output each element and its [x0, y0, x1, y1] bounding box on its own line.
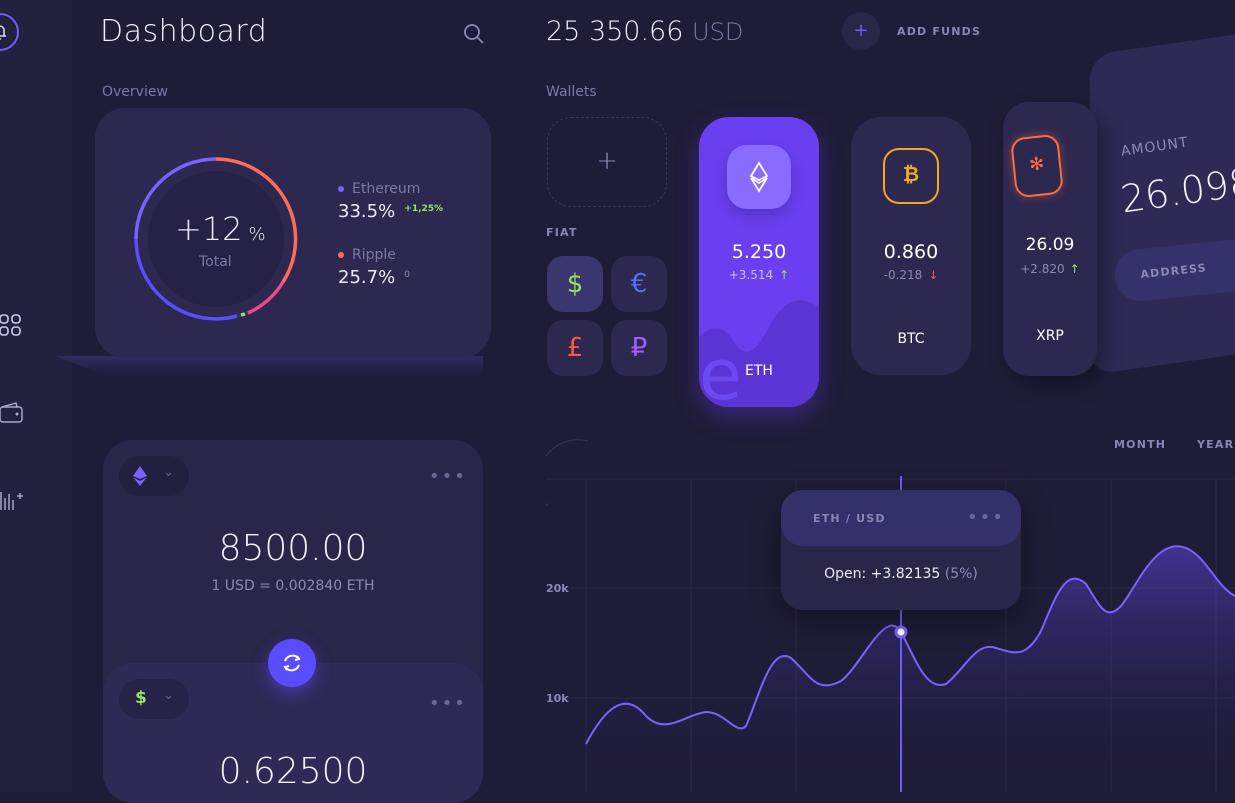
fiat-dollar-button[interactable]: $ [547, 256, 603, 312]
tooltip-pair: ETH / USD [813, 512, 886, 525]
fiat-ruble-button[interactable]: ₽ [611, 320, 667, 376]
total-unit: % [248, 224, 266, 245]
fiat-euro-button[interactable]: € [611, 256, 667, 312]
swap-icon [283, 654, 301, 672]
legend-name: Ripple [352, 247, 396, 263]
wallet-amount: 5.250 [731, 241, 787, 263]
wallet-symbol: ETH [745, 363, 773, 379]
currency-select-top[interactable]: ⌄ [119, 456, 189, 496]
add-wallet-button[interactable]: + [547, 117, 667, 207]
arrow-up-icon: ↑ [1069, 262, 1080, 276]
wallets-label: Wallets [546, 84, 597, 100]
currency-select-bottom[interactable]: $ ⌄ [119, 679, 189, 719]
overview-label: Overview [102, 84, 168, 100]
y-tick-20k: 20k [546, 582, 569, 595]
tooltip-open: Open: +3.82135 (5%) [824, 566, 978, 582]
arrow-up-icon: ↑ [779, 268, 790, 282]
legend-dot [338, 185, 344, 192]
wallet-change: +3.514 ↑ [728, 268, 790, 282]
exchange-rate: 1 USD = 0.002840 ETH [211, 578, 375, 594]
page-title: Dashboard [100, 14, 268, 49]
wallet-card-btc[interactable]: ₿ 0.860 -0.218 ↓ BTC [851, 117, 971, 375]
converter-bottom-value[interactable]: 0.62500 [103, 751, 483, 792]
dollar-icon: $ [135, 688, 147, 708]
xrp-icon-badge: ✻ [1009, 133, 1065, 199]
fiat-label: FIAT [546, 226, 578, 239]
total-percentage: +12% [175, 210, 266, 248]
wallet-change: +2.820 ↑ [1020, 262, 1080, 276]
more-options-icon[interactable]: ••• [967, 507, 1005, 528]
wallet-card-xrp[interactable]: ✻ 26.09 +2.820 ↑ XRP [1003, 102, 1097, 376]
legend-delta: +1,25% [404, 203, 444, 214]
address-label: ADDRESS [1139, 261, 1208, 282]
total-label: Total [199, 254, 232, 270]
fiat-pound-button[interactable]: £ [547, 320, 603, 376]
tooltip-header: ETH / USD ••• [781, 490, 1021, 546]
ripple-icon: ✻ [1028, 153, 1046, 176]
eth-icon-badge [727, 145, 791, 209]
balance-currency: USD [692, 18, 744, 46]
legend-value: 33.5% [338, 201, 396, 222]
balance-display: 25 350.66 USD [546, 16, 743, 47]
ethereum-icon [133, 466, 147, 486]
add-funds-label: ADD FUNDS [897, 25, 982, 38]
arrow-down-icon: ↓ [928, 268, 939, 282]
legend-item-ripple: Ripple 25.7% 0 [338, 244, 410, 288]
overview-card: +12% Total Ethereum 33.5% +1,25% Ripple … [95, 108, 491, 358]
legend-item-ethereum: Ethereum 33.5% +1,25% [338, 178, 443, 222]
search-icon[interactable] [462, 22, 486, 46]
swap-button[interactable] [268, 639, 316, 687]
sidebar [0, 0, 72, 792]
wallet-change: -0.218 ↓ [883, 268, 939, 282]
wallet-amount: 26.09 [1025, 235, 1075, 255]
bitcoin-icon: ₿ [902, 162, 920, 186]
legend-dot [338, 251, 344, 258]
chevron-down-icon: ⌄ [163, 465, 174, 480]
y-tick-10k: 10k [546, 692, 569, 705]
converter-top-value[interactable]: 8500.00 [103, 528, 483, 569]
legend-value: 25.7% [338, 267, 396, 288]
more-options-icon[interactable]: ••• [429, 693, 467, 714]
eth-wave-decoration: e [699, 300, 819, 407]
bell-icon[interactable] [0, 12, 28, 52]
chart-tooltip: ETH / USD ••• Open: +3.82135 (5%) [781, 490, 1021, 610]
plus-icon: + [596, 146, 618, 176]
balance-value: 25 350.66 [546, 16, 684, 47]
wallet-icon[interactable] [0, 402, 24, 426]
wallet-symbol: XRP [1036, 328, 1064, 344]
chevron-down-icon: ⌄ [163, 688, 174, 703]
chart-add-icon[interactable] [0, 488, 24, 512]
total-value: +12 [175, 210, 243, 248]
wallet-amount: 0.860 [883, 241, 939, 263]
btc-icon-badge: ₿ [883, 148, 939, 204]
grid-icon[interactable] [0, 313, 24, 337]
plus-icon: + [842, 12, 880, 50]
wallet-symbol: BTC [897, 331, 925, 347]
add-funds-button[interactable]: + ADD FUNDS [842, 12, 992, 50]
legend-name: Ethereum [352, 181, 421, 197]
wallet-card-eth[interactable]: e 5.250 +3.514 ↑ ETH [699, 117, 819, 407]
overview-shelf [55, 356, 483, 376]
ethereum-icon [749, 161, 769, 193]
legend-delta: 0 [404, 269, 411, 280]
crosshair-point [894, 625, 908, 639]
more-options-icon[interactable]: ••• [429, 466, 467, 487]
